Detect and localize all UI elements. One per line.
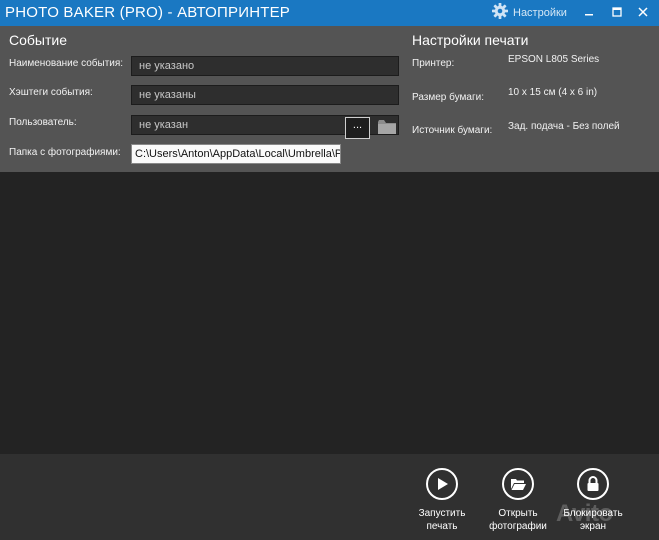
event-hashtags-label: Хэштеги события: — [9, 87, 93, 98]
user-label: Пользователь: — [9, 117, 77, 128]
app-title: PHOTO BAKER (PRO) - АВТОПРИНТЕР — [5, 4, 291, 21]
title-bar: PHOTO BAKER (PRO) - АВТОПРИНТЕР Настройк… — [0, 0, 659, 26]
event-name-input[interactable]: не указано — [131, 56, 399, 76]
gear-icon — [491, 2, 509, 25]
event-name-label: Наименование события: — [9, 58, 124, 69]
paper-source-label: Источник бумаги: — [412, 125, 493, 136]
maximize-button[interactable] — [606, 3, 628, 23]
folder-open-icon — [502, 468, 534, 500]
photo-folder-path-input[interactable]: C:\Users\Anton\AppData\Local\Umbrella\Ph… — [131, 144, 341, 164]
photo-folder-label: Папка с фотографиями: — [9, 147, 121, 158]
event-hashtags-input[interactable]: не указаны — [131, 85, 399, 105]
printer-label: Принтер: — [412, 58, 455, 69]
printer-value: EPSON L805 Series — [508, 54, 600, 65]
open-photos-label: Открыть фотографии — [489, 508, 547, 532]
settings-button[interactable]: Настройки — [491, 2, 567, 25]
avito-watermark: Avito — [556, 500, 613, 527]
folder-icon[interactable] — [377, 118, 397, 136]
event-settings-panel: Событие Наименование события: не указано… — [0, 26, 659, 172]
print-section-title: Настройки печати — [412, 32, 529, 48]
lock-icon — [577, 468, 609, 500]
browse-folder-button[interactable]: ... — [345, 117, 370, 139]
close-icon — [638, 4, 648, 22]
close-button[interactable] — [632, 3, 654, 23]
paper-source-value: Зад. подача - Без полей — [508, 121, 620, 132]
start-print-label: Запустить печать — [418, 508, 466, 532]
start-print-button[interactable]: Запустить печать — [404, 468, 480, 533]
photo-workspace — [0, 172, 659, 454]
settings-label: Настройки — [513, 7, 567, 19]
paper-size-label: Размер бумаги: — [412, 92, 484, 103]
open-photos-button[interactable]: Открыть фотографии — [480, 468, 556, 533]
minimize-button[interactable] — [578, 3, 600, 23]
paper-size-value: 10 x 15 см (4 x 6 in) — [508, 87, 598, 98]
minimize-icon — [584, 4, 594, 22]
event-section-title: Событие — [9, 32, 67, 48]
play-icon — [426, 468, 458, 500]
maximize-icon — [612, 4, 622, 22]
